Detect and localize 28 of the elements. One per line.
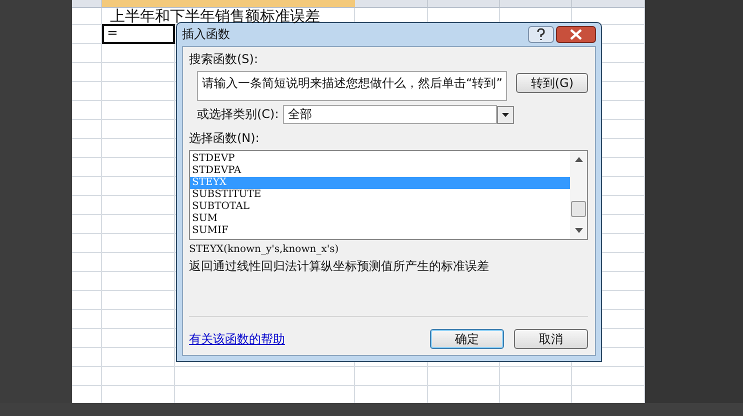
scroll-up-icon[interactable]: [574, 155, 584, 163]
column-header[interactable]: [102, 0, 175, 7]
go-button[interactable]: 转到(G): [516, 73, 588, 93]
function-item[interactable]: STDEVPA: [190, 165, 570, 177]
ok-button[interactable]: 确定: [430, 329, 504, 349]
column-header[interactable]: [175, 0, 355, 7]
function-item[interactable]: SUMIF: [190, 225, 570, 237]
category-label: 或选择类别(C):: [197, 106, 279, 123]
function-description: 返回通过线性回归法计算纵坐标预测值所产生的标准误差: [189, 258, 490, 275]
search-field[interactable]: 请输入一条简短说明来描述您想做什么，然后单击“转到”: [197, 71, 508, 101]
function-label: 选择函数(N):: [189, 130, 260, 147]
help-link[interactable]: 有关该函数的帮助: [189, 330, 285, 348]
function-item[interactable]: STDEVP: [190, 153, 570, 165]
function-item[interactable]: SUBTOTAL: [190, 201, 570, 213]
function-syntax: STEYX(known_y's,known_x's): [189, 244, 340, 255]
scrollbar[interactable]: [570, 151, 587, 239]
scroll-down-icon[interactable]: [574, 227, 584, 235]
dialog-title: 插入函数: [182, 26, 230, 43]
cell-text: 上半年和下半年销售额标准误差: [110, 7, 320, 26]
category-dropdown[interactable]: 全部: [282, 105, 497, 124]
active-cell[interactable]: =: [102, 24, 175, 44]
scroll-thumb[interactable]: [571, 201, 586, 217]
close-icon[interactable]: [556, 26, 596, 43]
function-item[interactable]: SUM: [190, 213, 570, 225]
help-icon[interactable]: [528, 26, 554, 43]
search-label: 搜索函数(S):: [189, 51, 260, 68]
cancel-button[interactable]: 取消: [514, 329, 588, 349]
function-item[interactable]: SUBSTITUTE: [190, 189, 570, 201]
